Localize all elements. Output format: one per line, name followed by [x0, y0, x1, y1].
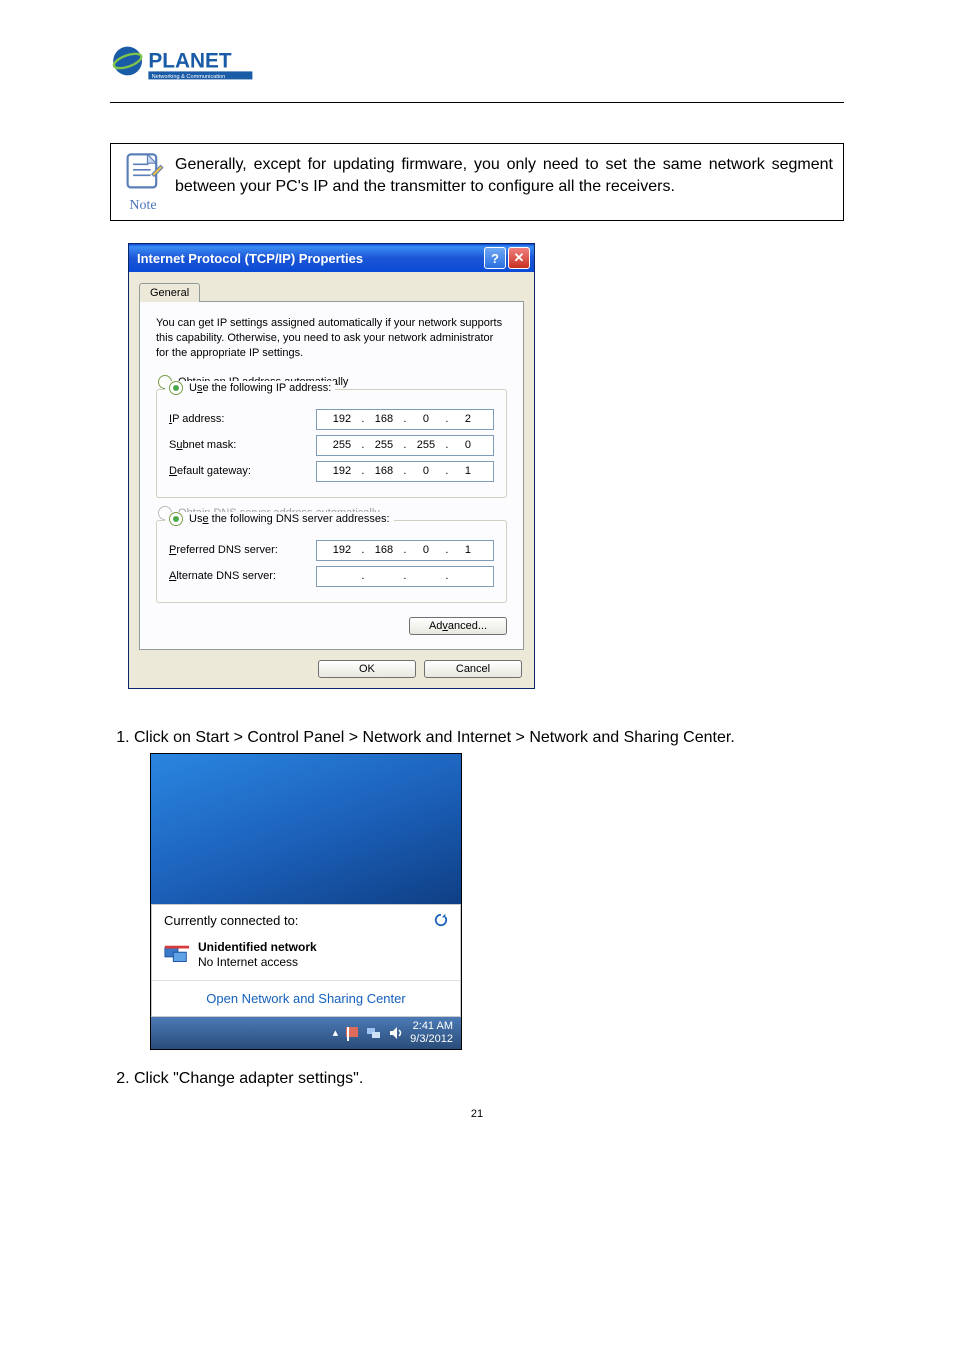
logo-tagline: Networking & Communication [152, 74, 226, 80]
volume-icon[interactable] [388, 1025, 404, 1041]
network-tray-figure: Currently connected to: Unidentified net… [150, 753, 462, 1050]
unidentified-network: Unidentified network [198, 940, 317, 955]
subnet-label: Subnet mask: [169, 439, 316, 451]
note-text: Generally, except for updating firmware,… [175, 150, 833, 199]
help-button[interactable]: ? [484, 247, 506, 269]
currently-connected-label: Currently connected to: [164, 913, 298, 928]
alt-dns-label: Alternate DNS server: [169, 570, 316, 582]
radio-use-dns[interactable]: Use the following DNS server addresses: [165, 512, 394, 526]
network-icon [164, 944, 190, 966]
note-box: Note Generally, except for updating firm… [110, 143, 844, 221]
gateway-input[interactable]: 192. 168. 0. 1 [316, 461, 494, 482]
taskbar: ▴ 2:41 AM 9/3/2012 [151, 1017, 461, 1049]
cancel-button[interactable]: Cancel [424, 660, 522, 678]
dialog-intro: You can get IP settings assigned automat… [156, 316, 507, 361]
pref-dns-input[interactable]: 192. 168. 0. 1 [316, 540, 494, 561]
no-internet-access: No Internet access [198, 955, 317, 970]
step-2: Click "Change adapter settings". [134, 1070, 844, 1088]
gateway-label: Default gateway: [169, 465, 316, 477]
note-icon [121, 150, 165, 194]
refresh-icon[interactable] [434, 913, 448, 927]
ok-button[interactable]: OK [318, 660, 416, 678]
alt-dns-input[interactable]: . . . [316, 566, 494, 587]
radio-use-ip[interactable]: Use the following IP address: [165, 381, 335, 395]
logo: PLANET Networking & Communication [110, 40, 844, 94]
note-label: Note [121, 198, 165, 214]
tcp-ip-dialog: Internet Protocol (TCP/IP) Properties ? … [128, 243, 535, 689]
ip-address-input[interactable]: 192. 168. 0. 2 [316, 409, 494, 430]
dialog-titlebar: Internet Protocol (TCP/IP) Properties ? … [129, 244, 534, 272]
page-number: 21 [110, 1108, 844, 1120]
tray-arrow-icon[interactable]: ▴ [333, 1026, 339, 1039]
subnet-input[interactable]: 255. 255. 255. 0 [316, 435, 494, 456]
tab-general[interactable]: General [139, 283, 200, 302]
step-1: Click on Start > Control Panel > Network… [134, 729, 844, 747]
divider [110, 102, 844, 103]
pref-dns-label: Preferred DNS server: [169, 544, 316, 556]
close-button[interactable]: ✕ [508, 247, 530, 269]
open-network-center-link[interactable]: Open Network and Sharing Center [152, 981, 460, 1016]
advanced-button[interactable]: Advanced... [409, 617, 507, 635]
network-tray-icon[interactable] [366, 1025, 382, 1041]
flag-icon[interactable] [344, 1025, 360, 1041]
ip-address-label: IP address: [169, 413, 316, 425]
svg-text:PLANET: PLANET [148, 49, 231, 72]
clock[interactable]: 2:41 AM 9/3/2012 [410, 1020, 453, 1044]
dialog-title: Internet Protocol (TCP/IP) Properties [137, 251, 363, 266]
